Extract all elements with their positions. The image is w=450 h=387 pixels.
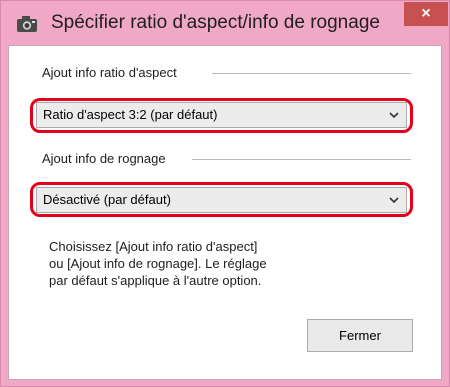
dialog-window: Spécifier ratio d'aspect/info de rognage… (0, 0, 450, 387)
camera-icon (17, 16, 37, 32)
aspect-ratio-select[interactable]: Ratio d'aspect 3:2 (par défaut) (36, 102, 407, 128)
aspect-group-label: Ajout info ratio d'aspect (42, 65, 177, 80)
crop-group-divider (192, 159, 411, 160)
aspect-ratio-value: Ratio d'aspect 3:2 (par défaut) (43, 107, 218, 122)
chevron-down-icon (389, 197, 399, 204)
crop-info-select[interactable]: Désactivé (par défaut) (36, 187, 407, 213)
title-bar[interactable]: Spécifier ratio d'aspect/info de rognage… (1, 1, 449, 45)
info-line: Choisissez [Ajout info ratio d'aspect] (49, 239, 258, 254)
crop-group-label: Ajout info de rognage (42, 151, 166, 166)
chevron-down-icon (389, 112, 399, 119)
info-line: ou [Ajout info de rognage]. Le réglage (49, 256, 267, 271)
close-button[interactable]: Fermer (307, 319, 413, 352)
crop-info-value: Désactivé (par défaut) (43, 192, 171, 207)
info-line: par défaut s'applique à l'autre option. (49, 273, 262, 288)
window-title: Spécifier ratio d'aspect/info de rognage (51, 12, 380, 33)
info-text: Choisissez [Ajout info ratio d'aspect] o… (49, 238, 369, 289)
aspect-group-divider (212, 73, 411, 74)
close-icon: × (421, 5, 431, 22)
window-close-button[interactable]: × (404, 2, 448, 26)
